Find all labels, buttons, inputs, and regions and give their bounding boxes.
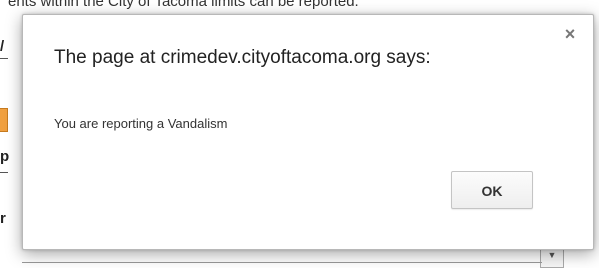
background-orange-button xyxy=(0,108,8,132)
background-notice-text: ents within the City of Tacoma limits ca… xyxy=(8,0,359,10)
close-icon[interactable]: × xyxy=(561,25,579,43)
dialog-title: The page at crimedev.cityoftacoma.org sa… xyxy=(54,47,431,68)
background-divider xyxy=(0,58,8,59)
background-fragment: p xyxy=(0,148,10,165)
alert-dialog: The page at crimedev.cityoftacoma.org sa… xyxy=(22,14,594,250)
background-fragment: r xyxy=(0,210,6,227)
background-divider xyxy=(0,172,8,173)
dialog-message: You are reporting a Vandalism xyxy=(54,116,228,131)
background-fragment: / xyxy=(0,38,5,55)
background-divider xyxy=(22,262,542,263)
ok-button[interactable]: OK xyxy=(451,171,533,209)
